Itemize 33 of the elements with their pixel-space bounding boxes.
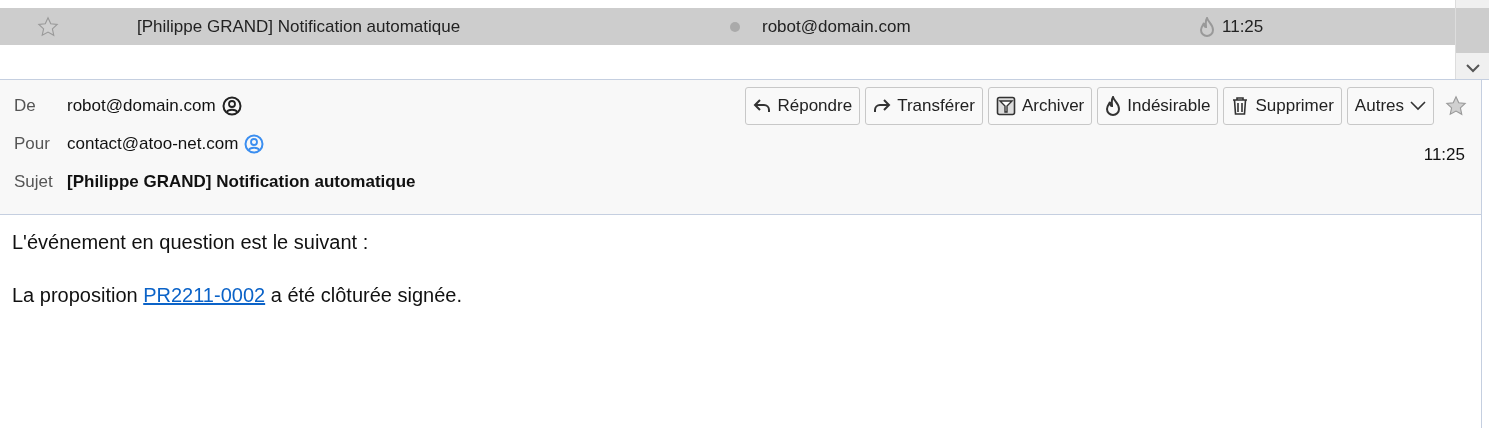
archive-icon xyxy=(995,96,1016,116)
more-button[interactable]: Autres xyxy=(1346,87,1434,125)
proposal-link[interactable]: PR2211-0002 xyxy=(143,284,266,306)
field-label: Pour xyxy=(14,133,51,154)
field-label: De xyxy=(14,95,37,116)
read-status-icon[interactable] xyxy=(728,20,741,33)
message-subject: [Philippe GRAND] Notification automatique xyxy=(137,16,462,37)
forward-button[interactable]: Transférer xyxy=(865,87,983,125)
message-time: 11:25 xyxy=(1423,145,1466,165)
message-row[interactable]: [Philippe GRAND] Notification automatique robot@domain.com 11:25 xyxy=(0,8,1455,45)
reply-button[interactable]: Répondre xyxy=(745,87,861,125)
subject-text: [Philippe GRAND] Notification automatique xyxy=(67,171,416,192)
message-time: 11:25 xyxy=(1222,16,1265,37)
message-sender: robot@domain.com xyxy=(762,16,912,37)
chevron-down-icon xyxy=(1410,101,1426,111)
reply-icon xyxy=(753,98,772,114)
delete-button[interactable]: Supprimer xyxy=(1223,87,1342,125)
message-paragraph: L'événement en question est le suivant : xyxy=(12,231,370,254)
scroll-down-icon[interactable] xyxy=(1465,64,1480,73)
address-link[interactable]: robot@domain.com xyxy=(67,95,216,116)
forward-icon xyxy=(873,98,892,114)
address-link[interactable]: contact@atoo-net.com xyxy=(67,133,239,154)
message-paragraph: La proposition PR2211-0002 a été clôturée signée. xyxy=(12,284,463,307)
flame-icon xyxy=(1105,96,1122,116)
contact-icon[interactable] xyxy=(221,95,242,116)
scrollbar-thumb[interactable] xyxy=(1456,8,1489,53)
flame-icon xyxy=(1199,16,1215,37)
archive-button[interactable]: Archiver xyxy=(987,87,1093,125)
trash-icon xyxy=(1231,96,1250,116)
star-icon[interactable] xyxy=(1445,95,1467,117)
junk-button[interactable]: Indésirable xyxy=(1097,87,1219,125)
field-label: Sujet xyxy=(14,171,54,192)
star-icon[interactable] xyxy=(36,15,59,38)
